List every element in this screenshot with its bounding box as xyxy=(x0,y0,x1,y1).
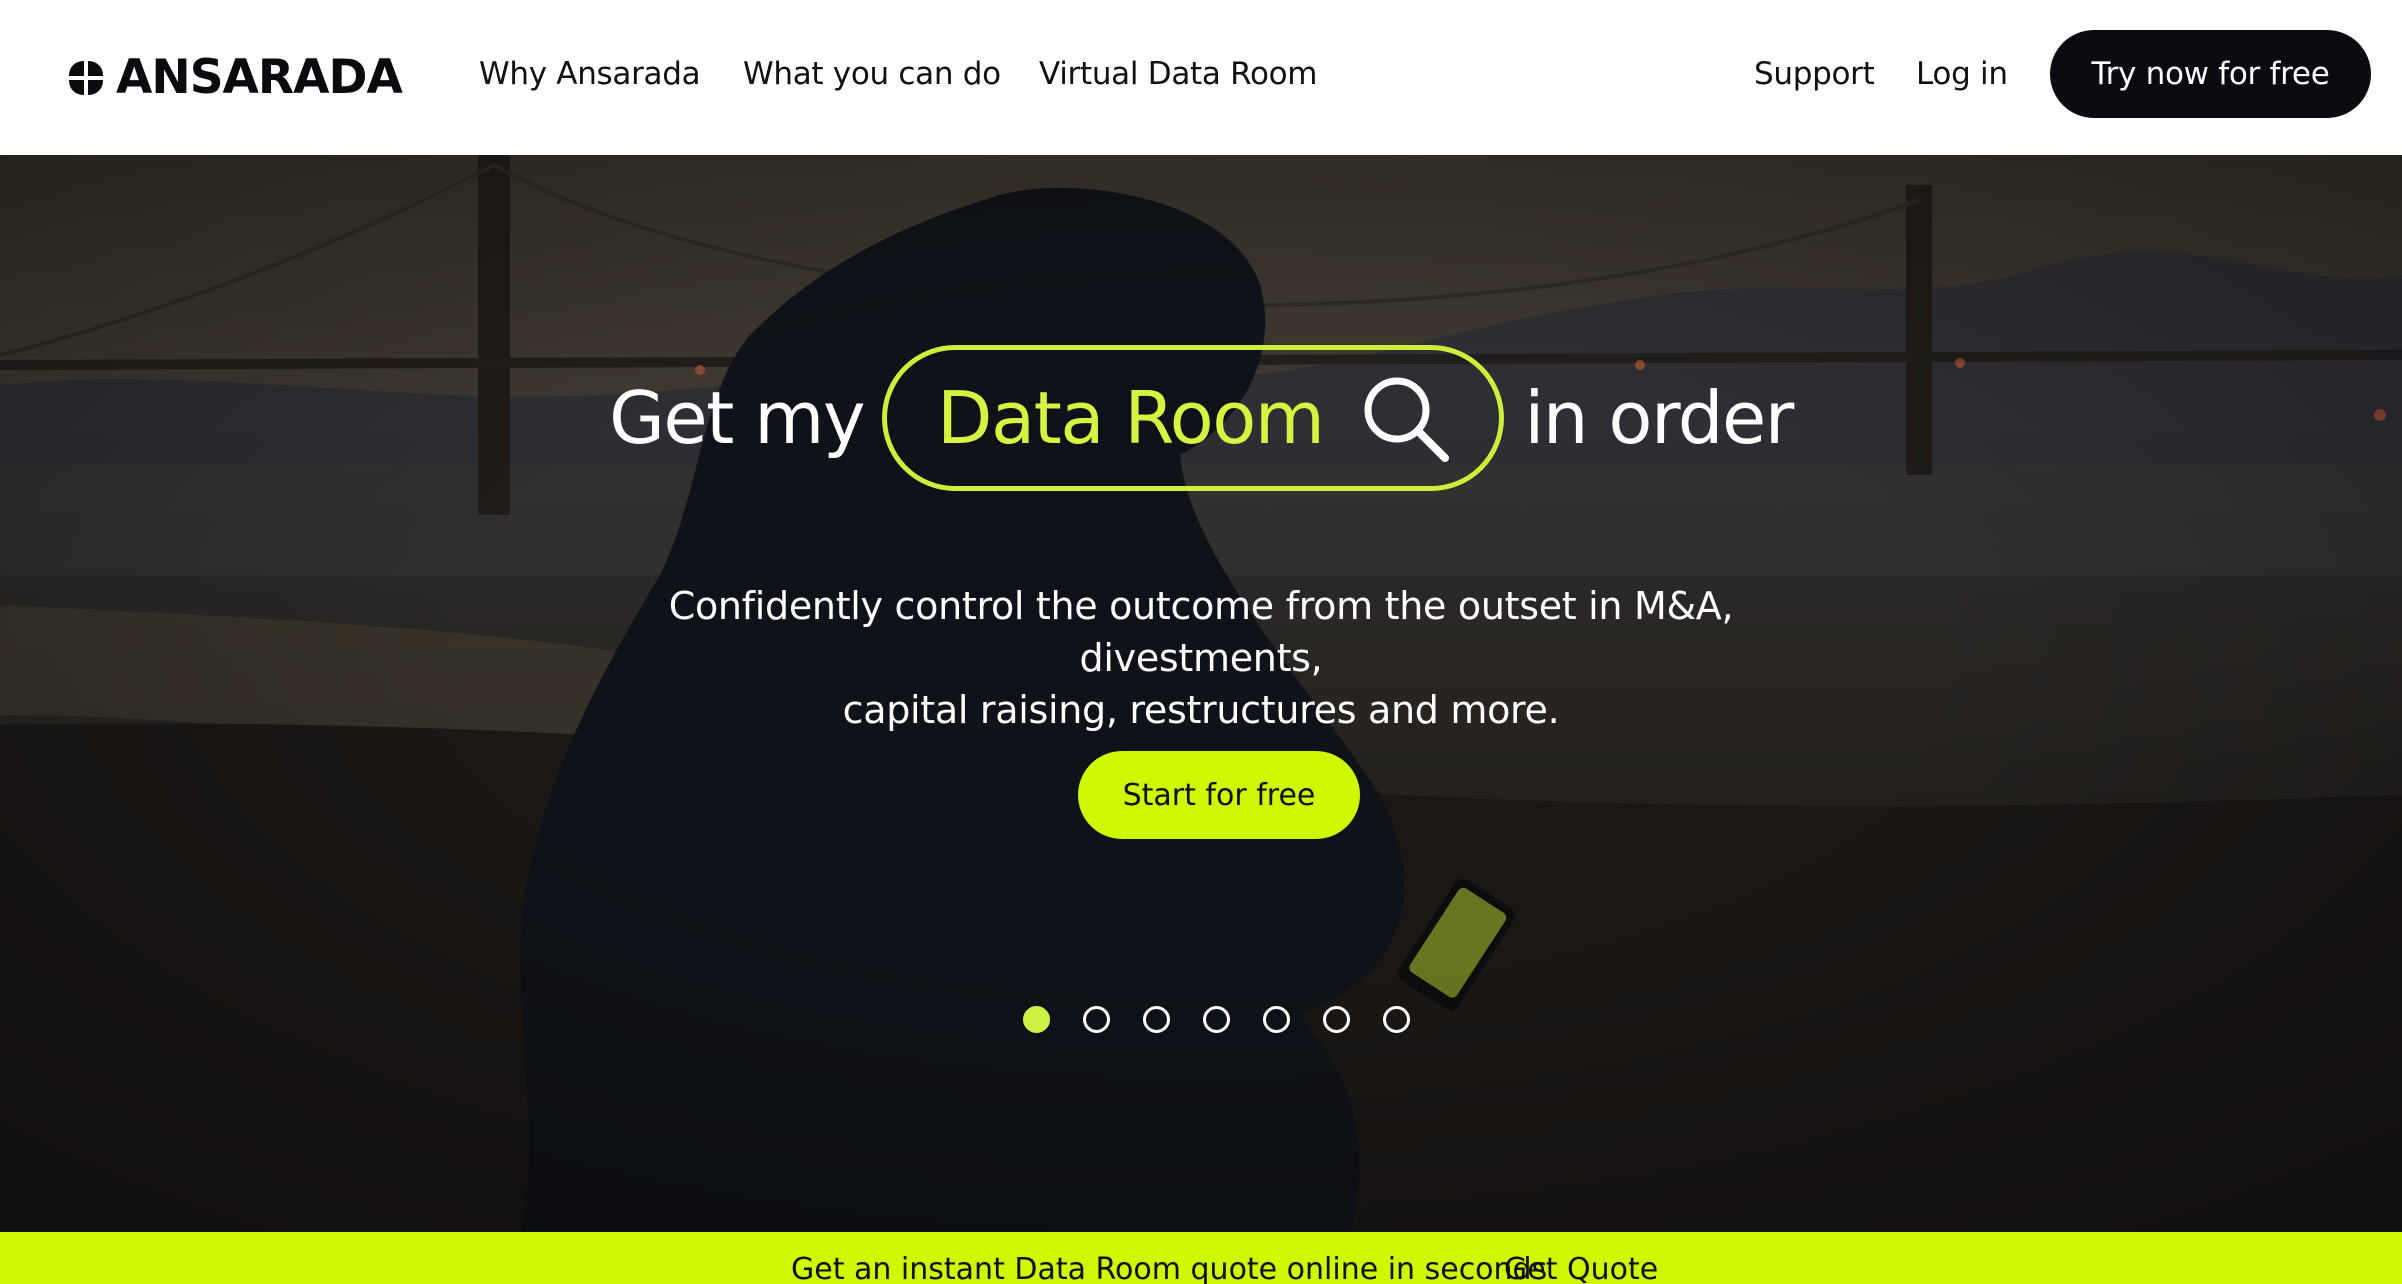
brand-name: ANSARADA xyxy=(116,50,403,105)
carousel-dot-1[interactable] xyxy=(1023,1006,1050,1033)
carousel-dot-7[interactable] xyxy=(1383,1006,1410,1033)
carousel-pagination xyxy=(1023,1006,1410,1033)
hero-subtitle: Confidently control the outcome from the… xyxy=(551,580,1851,736)
headline-suffix: in order xyxy=(1524,376,1794,460)
top-navigation: ANSARADA Why Ansarada What you can do Vi… xyxy=(0,0,2402,155)
hero-headline: Get my Data Room in order xyxy=(0,345,2402,491)
carousel-dot-6[interactable] xyxy=(1323,1006,1350,1033)
search-icon xyxy=(1364,377,1450,462)
start-for-free-button[interactable]: Start for free xyxy=(1078,751,1360,839)
get-quote-link[interactable]: Get Quote xyxy=(1504,1252,1658,1284)
carousel-dot-2[interactable] xyxy=(1083,1006,1110,1033)
nav-support[interactable]: Support xyxy=(1754,56,1875,92)
carousel-dot-4[interactable] xyxy=(1203,1006,1230,1033)
headline-search-term: Data Room xyxy=(937,376,1325,460)
quote-banner: Get an instant Data Room quote online in… xyxy=(0,1232,2402,1284)
ansarada-logo-icon xyxy=(69,60,103,95)
quote-banner-text: Get an instant Data Room quote online in… xyxy=(791,1252,1548,1284)
headline-prefix: Get my xyxy=(609,376,865,460)
carousel-dot-3[interactable] xyxy=(1143,1006,1170,1033)
nav-why-ansarada[interactable]: Why Ansarada xyxy=(479,56,701,92)
nav-log-in[interactable]: Log in xyxy=(1916,56,2008,92)
nav-what-you-can-do[interactable]: What you can do xyxy=(743,56,1001,92)
carousel-dot-5[interactable] xyxy=(1263,1006,1290,1033)
hero-subtitle-line-1: Confidently control the outcome from the… xyxy=(668,584,1734,680)
try-now-for-free-button[interactable]: Try now for free xyxy=(2050,30,2371,118)
nav-virtual-data-room[interactable]: Virtual Data Room xyxy=(1039,56,1318,92)
ansarada-logo[interactable]: ANSARADA xyxy=(66,50,403,105)
hero-section: Get my Data Room in order Confidently co… xyxy=(0,155,2402,1232)
hero-subtitle-line-2: capital raising, restructures and more. xyxy=(842,688,1560,732)
search-pill: Data Room xyxy=(882,345,1505,491)
